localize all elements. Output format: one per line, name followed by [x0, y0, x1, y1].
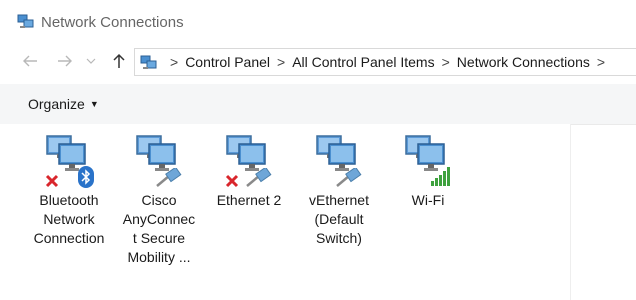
connection-item-wifi[interactable]: Wi-Fi [385, 130, 471, 210]
wifi-signal-bars-icon [431, 167, 450, 186]
connection-label: Ethernet 2 [206, 191, 292, 210]
label-line: (Default [314, 211, 364, 227]
breadcrumb-all-control-panel-items[interactable]: All Control Panel Items [292, 54, 434, 70]
bluetooth-icon [78, 166, 94, 188]
breadcrumb-control-panel[interactable]: Control Panel [185, 54, 270, 70]
back-button[interactable] [19, 50, 41, 72]
error-x-icon [45, 174, 59, 188]
label-line: Switch) [316, 230, 362, 246]
organize-label: Organize [28, 96, 85, 112]
connection-label: vEthernet (Default Switch) [296, 191, 382, 248]
ethernet-cable-icon [156, 168, 182, 187]
breadcrumb-separator[interactable]: > [277, 54, 285, 70]
chevron-down-icon [86, 58, 96, 64]
breadcrumb-separator[interactable]: > [170, 54, 178, 70]
forward-button[interactable] [54, 50, 76, 72]
connection-item-cisco-anyconnect[interactable]: Cisco AnyConnec t Secure Mobility ... [116, 130, 202, 267]
network-connections-app-icon [17, 14, 34, 28]
network-monitors-icon [404, 130, 452, 192]
connection-label: Bluetooth Network Connection [26, 191, 112, 248]
network-monitors-icon [225, 130, 273, 192]
network-monitors-icon [315, 130, 363, 192]
label-line: Bluetooth [39, 192, 99, 208]
breadcrumb-network-connections[interactable]: Network Connections [457, 54, 590, 70]
command-bar: Organize ▼ [0, 84, 636, 125]
label-line: vEthernet [309, 192, 369, 208]
label-line: Ethernet 2 [216, 192, 282, 208]
connection-item-vethernet[interactable]: vEthernet (Default Switch) [296, 130, 382, 248]
label-line: Network [43, 211, 95, 227]
arrow-right-icon [58, 55, 72, 67]
pane-divider [570, 124, 571, 300]
organize-menu-button[interactable]: Organize ▼ [28, 96, 99, 112]
recent-locations-button[interactable] [83, 50, 99, 72]
label-line: AnyConnec [122, 211, 196, 227]
network-monitors-icon [45, 130, 94, 192]
breadcrumb: > Control Panel > All Control Panel Item… [163, 49, 612, 75]
breadcrumb-separator[interactable]: > [597, 54, 605, 70]
ethernet-cable-icon [246, 168, 272, 187]
arrow-left-icon [23, 55, 37, 67]
breadcrumb-separator[interactable]: > [442, 54, 450, 70]
control-panel-icon [140, 55, 157, 69]
connection-label: Wi-Fi [385, 191, 471, 210]
label-line: Cisco [141, 192, 177, 208]
label-line: Mobility ... [127, 249, 191, 265]
address-bar[interactable]: > Control Panel > All Control Panel Item… [134, 48, 636, 76]
connection-item-ethernet-2[interactable]: Ethernet 2 [206, 130, 292, 210]
window-title: Network Connections [41, 14, 184, 31]
label-line: Connection [33, 230, 105, 246]
arrow-up-icon [113, 53, 125, 68]
connection-item-bluetooth[interactable]: Bluetooth Network Connection [26, 130, 112, 248]
label-line: Wi-Fi [411, 192, 445, 208]
up-button[interactable] [108, 50, 130, 72]
error-x-icon [225, 174, 239, 188]
network-monitors-icon [135, 130, 183, 192]
connection-label: Cisco AnyConnec t Secure Mobility ... [116, 191, 202, 267]
dropdown-caret-icon: ▼ [89, 99, 99, 109]
label-line: t Secure [132, 230, 186, 246]
ethernet-cable-icon [336, 168, 362, 187]
title-bar: Network Connections [0, 0, 636, 44]
navigation-bar: > Control Panel > All Control Panel Item… [0, 44, 636, 80]
